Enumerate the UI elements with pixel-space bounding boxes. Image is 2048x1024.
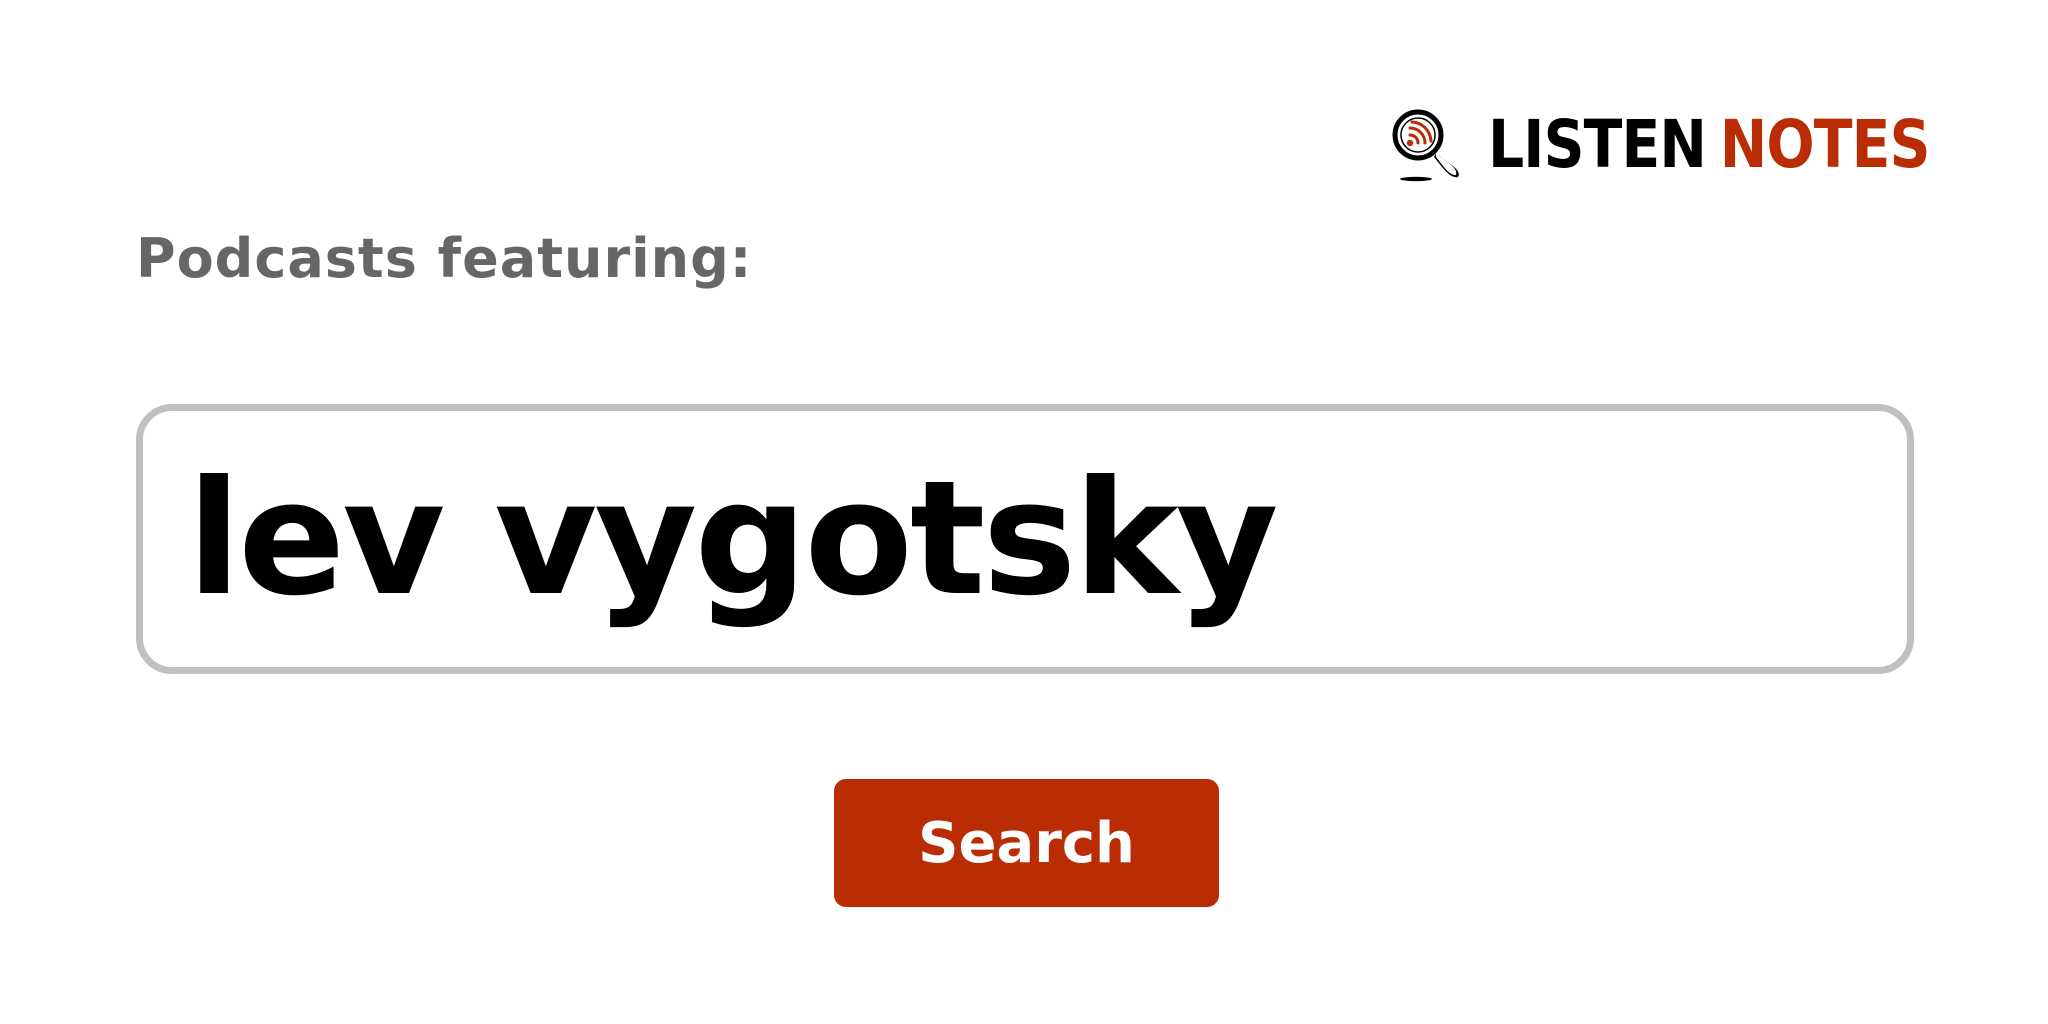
logo-word-listen: LISTEN: [1488, 106, 1707, 183]
listen-notes-logo[interactable]: LISTEN NOTES: [1388, 106, 2001, 184]
logo-wordmark: LISTEN NOTES: [1488, 112, 1930, 178]
logo-word-notes: NOTES: [1719, 106, 1931, 183]
page: LISTENNOTES Podcasts featuring: Search: [0, 0, 2048, 1024]
search-input[interactable]: [187, 411, 1907, 667]
search-button[interactable]: Search: [834, 779, 1219, 907]
search-box[interactable]: [136, 404, 1914, 674]
page-subtitle: Podcasts featuring:: [136, 227, 753, 290]
magnifier-podcast-icon: [1392, 109, 1459, 182]
